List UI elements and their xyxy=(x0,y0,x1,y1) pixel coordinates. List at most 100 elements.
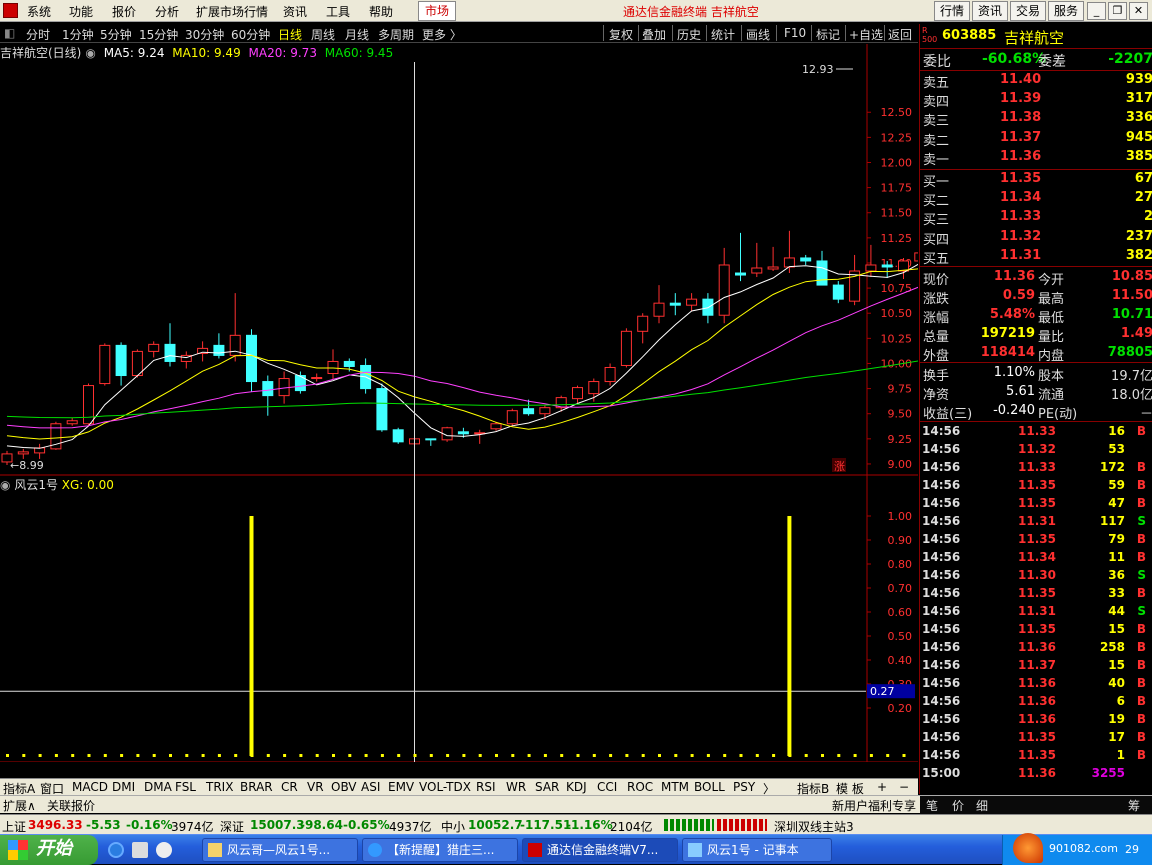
quote-button[interactable]: 行情 xyxy=(934,1,970,21)
period-monthly[interactable]: 月线 xyxy=(345,26,369,43)
media-icon[interactable] xyxy=(156,842,172,858)
period-fenshi[interactable]: 分时 xyxy=(26,26,50,43)
indicator-tab-4[interactable]: DMA xyxy=(144,780,172,794)
start-button[interactable]: 开始 xyxy=(0,835,98,865)
menu-tools[interactable]: 工具 xyxy=(326,3,350,20)
indicator-tab-13[interactable]: VOL-TDX xyxy=(419,780,471,794)
indicator-tab-10[interactable]: OBV xyxy=(331,780,357,794)
zero-dot xyxy=(315,754,319,757)
menu-ext-market[interactable]: 扩展市场行情 xyxy=(196,3,268,20)
task-folder[interactable]: 风云哥—风云1号... xyxy=(202,838,358,862)
period-15min[interactable]: 15分钟 xyxy=(139,26,178,43)
period-30min[interactable]: 30分钟 xyxy=(185,26,224,43)
task-browser[interactable]: 【新提醒】猎庄三... xyxy=(362,838,518,862)
menu-system[interactable]: 系统 xyxy=(27,3,51,20)
expand-button[interactable]: 扩展∧ xyxy=(3,797,36,814)
tick-volume: 19 xyxy=(1108,712,1125,726)
task-tdx[interactable]: 通达信金融终端V7... xyxy=(522,838,678,862)
zero-dot xyxy=(217,754,221,757)
candle-body xyxy=(115,344,127,377)
zero-dot xyxy=(478,754,482,757)
market-tab[interactable]: 市场 xyxy=(418,1,456,21)
new-user-welfare-link[interactable]: 新用户福利专享 xyxy=(832,797,916,814)
tick-row: 14:56 11.35 17 B xyxy=(920,730,1152,748)
close-icon[interactable]: ✕ xyxy=(1129,2,1148,20)
indicator-tab-26[interactable]: + xyxy=(877,780,887,794)
panel-toggle-icon[interactable]: ◧ xyxy=(4,26,15,40)
menu-function[interactable]: 功能 xyxy=(69,3,93,20)
indicator-tab-19[interactable]: ROC xyxy=(627,780,653,794)
indicator-tab-7[interactable]: BRAR xyxy=(240,780,273,794)
ie-icon[interactable] xyxy=(108,842,124,858)
indicator-tab-11[interactable]: ASI xyxy=(361,780,380,794)
menu-help[interactable]: 帮助 xyxy=(369,3,393,20)
sell-level-3: 卖三 11.38 336 xyxy=(920,110,1152,129)
app-logo-icon xyxy=(3,3,18,18)
stat-label: 涨幅 xyxy=(923,311,950,326)
chevron-down-icon[interactable]: ◉ xyxy=(85,46,95,60)
task-notepad[interactable]: 风云1号 - 记事本 xyxy=(682,838,832,862)
zero-dot xyxy=(136,754,140,757)
indicator-tab-6[interactable]: TRIX xyxy=(206,780,233,794)
indicator-tab-3[interactable]: DMI xyxy=(112,780,135,794)
kline-chart-svg[interactable]: 12.5012.2512.0011.7511.5011.2511.0010.75… xyxy=(0,44,975,778)
period-5min[interactable]: 5分钟 xyxy=(100,26,132,43)
indicator-tab-21[interactable]: BOLL xyxy=(694,780,725,794)
service-button[interactable]: 服务 xyxy=(1048,1,1084,21)
stat-label: 最高 xyxy=(1038,292,1065,307)
windows-logo-icon xyxy=(8,840,28,860)
overlay-button[interactable]: 叠加 xyxy=(642,26,666,43)
indicator-tab-20[interactable]: MTM xyxy=(661,780,689,794)
fuquan-button[interactable]: 复权 xyxy=(609,26,633,43)
side-tab-chou[interactable]: 筹 xyxy=(1128,797,1140,814)
indicator-tab-16[interactable]: SAR xyxy=(535,780,559,794)
related-quote-tab[interactable]: 关联报价 xyxy=(47,797,95,814)
y-tick-label: 12.25 xyxy=(881,131,913,144)
mark-button[interactable]: 标记 xyxy=(816,26,840,43)
draw-button[interactable]: 画线 xyxy=(746,26,770,43)
f10-button[interactable]: F10 xyxy=(784,26,806,40)
indicator-tab-8[interactable]: CR xyxy=(281,780,298,794)
stats-button[interactable]: 统计 xyxy=(711,26,735,43)
menu-quote[interactable]: 报价 xyxy=(112,3,136,20)
menu-analysis[interactable]: 分析 xyxy=(155,3,179,20)
indicator-tab-5[interactable]: FSL xyxy=(175,780,196,794)
indicator-tab-22[interactable]: PSY xyxy=(733,780,755,794)
back-button[interactable]: 返回 xyxy=(888,26,912,43)
candle-body xyxy=(457,431,469,435)
sell-level-5: 卖五 11.40 939 xyxy=(920,72,1152,91)
server-label[interactable]: 深圳双线主站3 xyxy=(774,818,854,835)
indicator-tab-9[interactable]: VR xyxy=(307,780,324,794)
minimize-icon[interactable]: _ xyxy=(1087,2,1106,20)
indicator-tab-15[interactable]: WR xyxy=(506,780,526,794)
y-tick-label: 9.50 xyxy=(888,408,913,421)
indicator-tab-18[interactable]: CCI xyxy=(597,780,617,794)
period-daily[interactable]: 日线 xyxy=(278,26,302,43)
side-tab-pen[interactable]: 笔 xyxy=(926,797,938,814)
period-60min[interactable]: 60分钟 xyxy=(231,26,270,43)
candle-body xyxy=(881,264,893,268)
period-multi[interactable]: 多周期 xyxy=(378,26,414,43)
info-button[interactable]: 资讯 xyxy=(972,1,1008,21)
period-weekly[interactable]: 周线 xyxy=(311,26,335,43)
indicator-menu-icon[interactable]: ◉ xyxy=(0,478,10,492)
add-watchlist-button[interactable]: +自选 xyxy=(849,26,883,43)
desktop-icon[interactable] xyxy=(132,842,148,858)
indicator-tab-14[interactable]: RSI xyxy=(476,780,496,794)
history-button[interactable]: 历史 xyxy=(677,26,701,43)
restore-icon[interactable]: ❐ xyxy=(1108,2,1127,20)
tick-time: 14:56 xyxy=(922,730,961,744)
zero-dot xyxy=(201,754,205,757)
indicator-tab-27[interactable]: − xyxy=(899,780,909,794)
side-tab-detail[interactable]: 细 xyxy=(976,797,988,814)
trade-button[interactable]: 交易 xyxy=(1010,1,1046,21)
indicator-tab-17[interactable]: KDJ xyxy=(566,780,587,794)
indicator-tab-2[interactable]: MACD xyxy=(72,780,108,794)
zero-dot xyxy=(22,754,26,757)
kline-chart[interactable]: 12.50 12.25 12.00 11.75 11.50 11.25 11.00 10.75… xyxy=(0,44,975,778)
side-tab-price[interactable]: 价 xyxy=(952,797,964,814)
period-1min[interactable]: 1分钟 xyxy=(62,26,94,43)
period-more[interactable]: 更多 〉 xyxy=(422,26,462,43)
indicator-tab-12[interactable]: EMV xyxy=(388,780,414,794)
menu-info[interactable]: 资讯 xyxy=(283,3,307,20)
